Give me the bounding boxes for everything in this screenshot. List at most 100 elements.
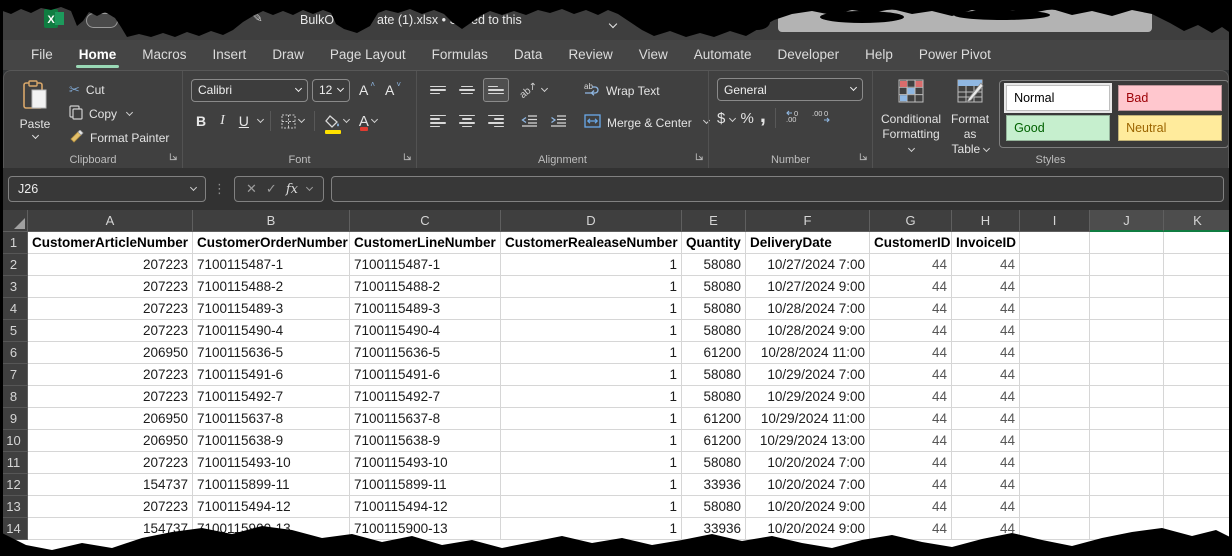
cell-H4[interactable]: 44 (952, 298, 1020, 320)
increase-font-size-button[interactable]: A˄ (354, 78, 382, 102)
tab-help[interactable]: Help (852, 40, 906, 70)
cell-K13[interactable] (1164, 496, 1232, 518)
cell-D2[interactable]: 1 (501, 254, 682, 276)
cell-K3[interactable] (1164, 276, 1232, 298)
name-box[interactable]: J26 (8, 176, 206, 202)
cell-D13[interactable]: 1 (501, 496, 682, 518)
cell-F5[interactable]: 10/28/2024 9:00 (746, 320, 870, 342)
cell-F4[interactable]: 10/28/2024 7:00 (746, 298, 870, 320)
cell-D3[interactable]: 1 (501, 276, 682, 298)
cell-J14[interactable] (1090, 518, 1164, 540)
cell-K2[interactable] (1164, 254, 1232, 276)
align-left-button[interactable] (425, 109, 451, 133)
cell-H8[interactable]: 44 (952, 386, 1020, 408)
cell-E2[interactable]: 58080 (682, 254, 746, 276)
cell-B12[interactable]: 7100115899-11 (193, 474, 350, 496)
cell-C2[interactable]: 7100115487-1 (350, 254, 501, 276)
cell-F1[interactable]: DeliveryDate (746, 232, 870, 254)
cell-D8[interactable]: 1 (501, 386, 682, 408)
row-header-12[interactable]: 12 (0, 474, 28, 496)
decrease-font-size-button[interactable]: A˅ (380, 78, 408, 102)
cell-F11[interactable]: 10/20/2024 7:00 (746, 452, 870, 474)
cell-A14[interactable]: 154737 (28, 518, 193, 540)
cell-K5[interactable] (1164, 320, 1232, 342)
cell-G9[interactable]: 44 (870, 408, 952, 430)
cell-A5[interactable]: 207223 (28, 320, 193, 342)
cell-F3[interactable]: 10/27/2024 9:00 (746, 276, 870, 298)
tab-draw[interactable]: Draw (259, 40, 317, 70)
cell-F8[interactable]: 10/29/2024 9:00 (746, 386, 870, 408)
row-header-2[interactable]: 2 (0, 254, 28, 276)
cell-H6[interactable]: 44 (952, 342, 1020, 364)
cell-E5[interactable]: 58080 (682, 320, 746, 342)
row-header-3[interactable]: 3 (0, 276, 28, 298)
cell-B4[interactable]: 7100115489-3 (193, 298, 350, 320)
cell-J13[interactable] (1090, 496, 1164, 518)
row-header-6[interactable]: 6 (0, 342, 28, 364)
cell-I10[interactable] (1020, 430, 1090, 452)
accounting-format-button[interactable]: $ (717, 110, 735, 127)
cell-I14[interactable] (1020, 518, 1090, 540)
cell-F6[interactable]: 10/28/2024 11:00 (746, 342, 870, 364)
style-neutral[interactable]: Neutral (1118, 115, 1222, 141)
tab-page-layout[interactable]: Page Layout (317, 40, 419, 70)
cell-D12[interactable]: 1 (501, 474, 682, 496)
formula-bar-resize-handle[interactable]: ⋮ (213, 181, 227, 197)
cell-I9[interactable] (1020, 408, 1090, 430)
cell-B1[interactable]: CustomerOrderNumber (193, 232, 350, 254)
select-all-button[interactable] (0, 210, 28, 232)
cut-button[interactable]: ✂ Cut (66, 78, 172, 102)
tab-view[interactable]: View (626, 40, 681, 70)
row-header-9[interactable]: 9 (0, 408, 28, 430)
alignment-dialog-launcher-icon[interactable] (695, 150, 704, 164)
font-name-combo[interactable]: Calibri (191, 79, 308, 102)
borders-button[interactable] (278, 109, 307, 133)
cell-A9[interactable]: 206950 (28, 408, 193, 430)
cell-C9[interactable]: 7100115637-8 (350, 408, 501, 430)
tab-review[interactable]: Review (555, 40, 625, 70)
cell-E3[interactable]: 58080 (682, 276, 746, 298)
decrease-indent-button[interactable] (516, 109, 542, 133)
paste-chevron-icon[interactable] (31, 132, 38, 139)
cell-K9[interactable] (1164, 408, 1232, 430)
cell-J10[interactable] (1090, 430, 1164, 452)
cell-B3[interactable]: 7100115488-2 (193, 276, 350, 298)
column-header-C[interactable]: C (350, 210, 501, 232)
cell-F9[interactable]: 10/29/2024 11:00 (746, 408, 870, 430)
cell-I8[interactable] (1020, 386, 1090, 408)
column-header-G[interactable]: G (870, 210, 952, 232)
cell-J9[interactable] (1090, 408, 1164, 430)
cell-D7[interactable]: 1 (501, 364, 682, 386)
cell-J7[interactable] (1090, 364, 1164, 386)
cell-C6[interactable]: 7100115636-5 (350, 342, 501, 364)
cell-H13[interactable]: 44 (952, 496, 1020, 518)
cell-H3[interactable]: 44 (952, 276, 1020, 298)
cell-A1[interactable]: CustomerArticleNumber (28, 232, 193, 254)
cell-E13[interactable]: 58080 (682, 496, 746, 518)
cell-B8[interactable]: 7100115492-7 (193, 386, 350, 408)
underline-chevron-icon[interactable] (257, 115, 264, 122)
cell-K12[interactable] (1164, 474, 1232, 496)
cell-G13[interactable]: 44 (870, 496, 952, 518)
cell-E8[interactable]: 58080 (682, 386, 746, 408)
cell-F12[interactable]: 10/20/2024 7:00 (746, 474, 870, 496)
column-header-F[interactable]: F (746, 210, 870, 232)
insert-function-icon[interactable]: fx (286, 182, 298, 197)
cell-I7[interactable] (1020, 364, 1090, 386)
cell-F13[interactable]: 10/20/2024 9:00 (746, 496, 870, 518)
cell-C11[interactable]: 7100115493-10 (350, 452, 501, 474)
style-bad[interactable]: Bad (1118, 85, 1222, 111)
cell-A7[interactable]: 207223 (28, 364, 193, 386)
style-normal[interactable]: Normal (1006, 85, 1110, 111)
cell-I6[interactable] (1020, 342, 1090, 364)
tab-data[interactable]: Data (501, 40, 556, 70)
cell-A13[interactable]: 207223 (28, 496, 193, 518)
cell-A4[interactable]: 207223 (28, 298, 193, 320)
cell-I4[interactable] (1020, 298, 1090, 320)
cell-J11[interactable] (1090, 452, 1164, 474)
cell-C3[interactable]: 7100115488-2 (350, 276, 501, 298)
cell-F10[interactable]: 10/29/2024 13:00 (746, 430, 870, 452)
tab-file[interactable]: File (18, 40, 66, 70)
cell-K11[interactable] (1164, 452, 1232, 474)
row-header-5[interactable]: 5 (0, 320, 28, 342)
